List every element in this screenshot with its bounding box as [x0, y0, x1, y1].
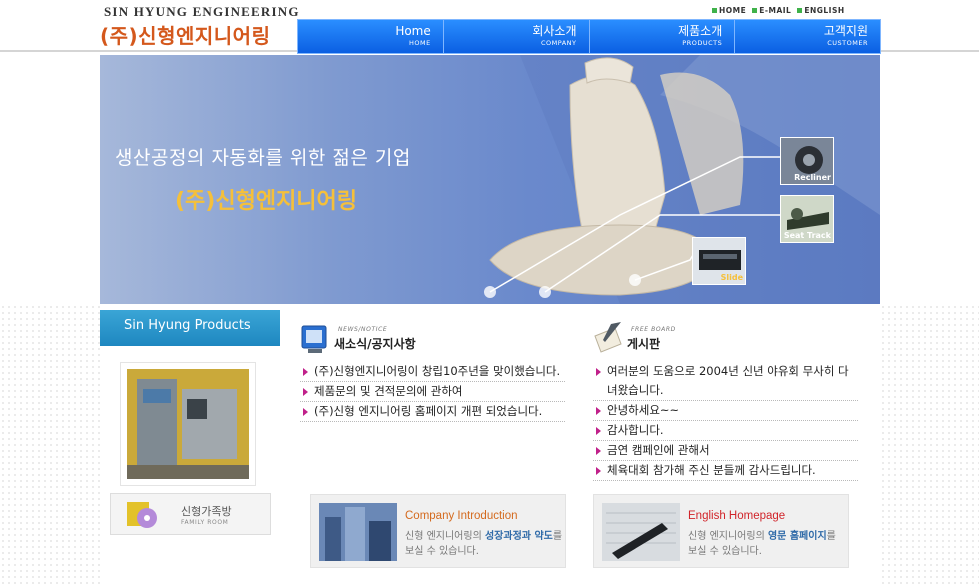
car-seat-illustration	[484, 55, 880, 304]
bullet-icon	[797, 8, 803, 13]
family-room-label: 신형가족방	[181, 504, 232, 518]
nav-company-sublabel: COMPANY	[540, 39, 577, 47]
board-item[interactable]: 금연 캠페인에 관해서	[593, 441, 858, 461]
news-item[interactable]: (주)신형엔지니어링이 창립10주년을 맞이했습니다.	[300, 362, 565, 382]
company-intro-desc: 신형 엔지니어링의 성장과정과 약도를 보실 수 있습니다.	[405, 529, 565, 559]
machine-illustration	[127, 369, 249, 479]
seat-track-label: Seat Track	[783, 231, 831, 240]
folder-cd-icon	[127, 502, 157, 528]
news-item[interactable]: (주)신형 엔지니어링 홈페이지 개편 되었습니다.	[300, 402, 565, 422]
products-title[interactable]: Sin Hyung Products	[100, 310, 280, 346]
dotted-background-left	[0, 304, 100, 584]
english-homepage-title: English Homepage	[688, 510, 786, 522]
nav-company[interactable]: 회사소개 COMPANY	[442, 20, 589, 53]
nav-products-label: 제품소개	[678, 24, 723, 38]
family-room-text: 신형가족방 FAMILY ROOM	[181, 503, 232, 526]
board-item[interactable]: 안녕하세요~~	[593, 401, 858, 421]
board-item[interactable]: 체육대회 참가해 주신 분들께 감사드립니다.	[593, 461, 858, 481]
news-item[interactable]: 제품문의 및 견적문의에 관하여	[300, 382, 565, 402]
nav-customer-label: 고객지원	[823, 24, 868, 38]
board-list: 여러분의 도움으로 2004년 신년 야유회 무사히 다녀왔습니다. 안녕하세요…	[593, 362, 858, 481]
board-item[interactable]: 감사합니다.	[593, 421, 858, 441]
family-room-sublabel: FAMILY ROOM	[181, 518, 229, 526]
util-english-link[interactable]: ENGLISH	[797, 6, 844, 15]
nav-home[interactable]: Home HOME	[298, 20, 443, 53]
company-intro-desc-b: 성장과정과 약도	[484, 531, 553, 542]
buildings-image	[319, 503, 397, 561]
english-homepage-promo[interactable]: English Homepage 신형 엔지니어링의 영문 홈페이지를 보실 수…	[593, 494, 849, 568]
english-homepage-desc-a: 신형 엔지니어링의	[688, 531, 768, 542]
board-title[interactable]: 게시판	[627, 335, 660, 352]
board-item[interactable]: 여러분의 도움으로 2004년 신년 야유회 무사히 다녀왔습니다.	[593, 362, 858, 401]
util-email-label: E-MAIL	[759, 6, 792, 15]
notepad-pen-icon	[594, 322, 622, 353]
seat-track-thumb[interactable]: Seat Track	[780, 195, 834, 243]
hero-banner: 생산공정의 자동화를 위한 젊은 기업 (주)신형엔지니어링 Recliner …	[100, 55, 880, 304]
english-homepage-desc-b: 영문 홈페이지	[767, 531, 827, 542]
board-subtitle: FREE BOARD	[631, 326, 676, 333]
hero-brand: (주)신형엔지니어링	[175, 189, 358, 214]
bullet-icon	[752, 8, 758, 13]
product-photo-frame[interactable]	[120, 362, 256, 486]
fountain-pen-image	[602, 503, 680, 561]
news-title[interactable]: 새소식/공지사항	[334, 335, 416, 352]
util-home-label: HOME	[719, 6, 747, 15]
slide-label: Slide	[720, 273, 743, 282]
monitor-icon	[301, 325, 327, 353]
util-email-link[interactable]: E-MAIL	[752, 6, 791, 15]
util-english-label: ENGLISH	[804, 6, 845, 15]
utility-links: HOME E-MAIL ENGLISH	[712, 6, 845, 15]
nav-home-label: Home	[395, 24, 431, 38]
nav-company-label: 회사소개	[532, 24, 577, 38]
nav-customer-sublabel: CUSTOMER	[827, 39, 868, 47]
news-list: (주)신형엔지니어링이 창립10주년을 맞이했습니다. 제품문의 및 견적문의에…	[300, 362, 565, 422]
english-homepage-desc: 신형 엔지니어링의 영문 홈페이지를 보실 수 있습니다.	[688, 529, 848, 559]
brand-logo[interactable]: (주)신형엔지니어링	[100, 20, 270, 49]
company-intro-title: Company Introduction	[405, 510, 518, 522]
product-photo	[127, 369, 249, 479]
page-root: SIN HYUNG ENGINEERING (주)신형엔지니어링 HOME E-…	[0, 0, 979, 584]
dotted-background-right	[880, 304, 979, 584]
recliner-thumb[interactable]: Recliner	[780, 137, 834, 185]
company-intro-desc-a: 신형 엔지니어링의	[405, 531, 485, 542]
nav-products-sublabel: PRODUCTS	[682, 39, 723, 47]
recliner-label: Recliner	[794, 173, 831, 182]
nav-products[interactable]: 제품소개 PRODUCTS	[588, 20, 735, 53]
news-subtitle: NEWS/NOTICE	[338, 326, 388, 333]
nav-customer[interactable]: 고객지원 CUSTOMER	[734, 20, 880, 53]
brand-english: SIN HYUNG ENGINEERING	[104, 4, 300, 19]
nav-home-sublabel: HOME	[409, 39, 431, 47]
main-nav: Home HOME 회사소개 COMPANY 제품소개 PRODUCTS 고객지…	[297, 19, 881, 54]
hero-slogan: 생산공정의 자동화를 위한 젊은 기업	[115, 147, 411, 169]
slide-thumb[interactable]: Slide	[692, 237, 746, 285]
left-column: Sin Hyung Products 신형가족방 FAMILY ROOM	[100, 310, 280, 584]
company-intro-promo[interactable]: Company Introduction 신형 엔지니어링의 성장과정과 약도를…	[310, 494, 566, 568]
bullet-icon	[712, 8, 717, 13]
family-room-button[interactable]: 신형가족방 FAMILY ROOM	[110, 493, 271, 535]
util-home-link[interactable]: HOME	[712, 6, 746, 15]
